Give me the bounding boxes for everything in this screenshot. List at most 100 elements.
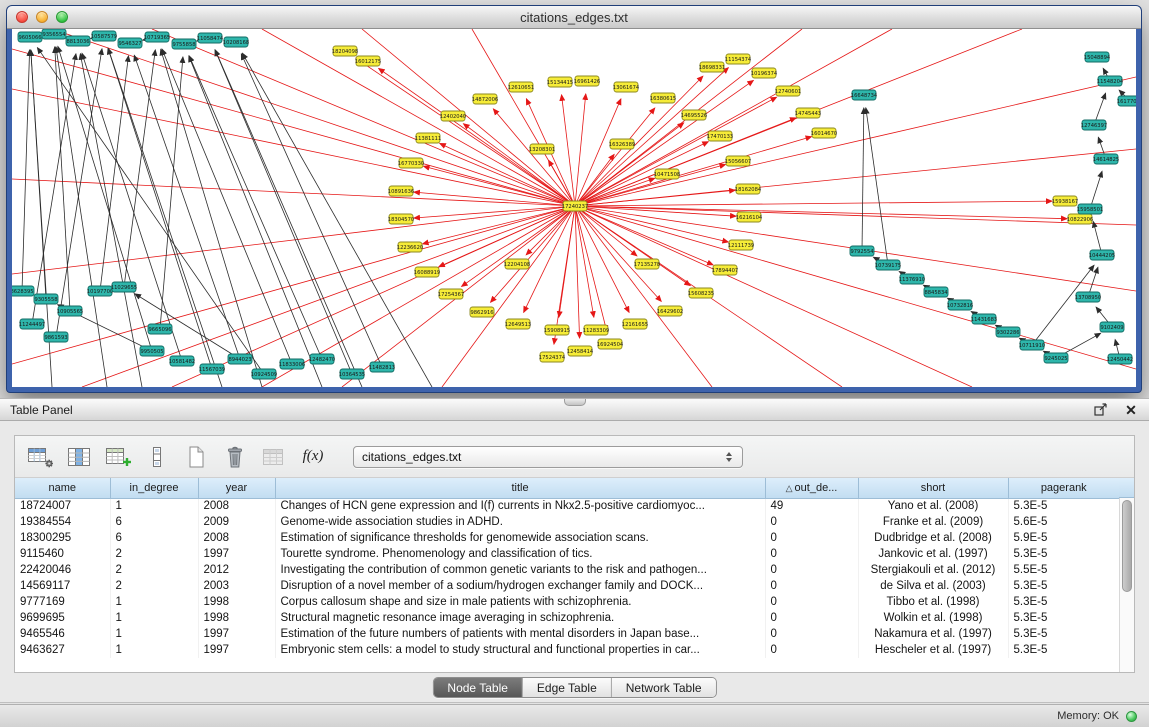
scrollbar-thumb[interactable] [1122, 500, 1132, 592]
citation-edge[interactable] [575, 206, 713, 265]
graph-node[interactable]: 9245025 [1044, 353, 1068, 363]
citation-edge[interactable] [463, 124, 575, 206]
graph-node[interactable]: 9102409 [1100, 322, 1124, 332]
citation-edge[interactable] [189, 56, 322, 359]
table-row[interactable]: 22420046 2 2012 Investigating the contri… [15, 562, 1119, 578]
citation-edge[interactable] [58, 46, 152, 351]
citation-edge[interactable] [862, 108, 864, 251]
graph-node[interactable]: 13208301 [529, 144, 555, 154]
network-window-titlebar[interactable]: citations_edges.txt [7, 6, 1141, 29]
graph-node[interactable]: 11154374 [725, 54, 752, 64]
table-row[interactable]: 9115460 2 1997 Tourette syndrome. Phenom… [15, 546, 1119, 562]
citation-edge[interactable] [439, 206, 575, 267]
column-header-title[interactable]: title [275, 478, 765, 498]
graph-node[interactable]: 10711910 [1019, 340, 1045, 350]
import-table-button[interactable] [259, 442, 289, 472]
citation-edge[interactable] [241, 54, 382, 367]
column-header-pagerank[interactable]: pagerank [1008, 478, 1119, 498]
close-panel-button[interactable]: ✕ [1123, 402, 1139, 418]
graph-node[interactable]: 10364535 [339, 369, 365, 379]
network-view[interactable]: 1724023715134415126106511487200612402040… [12, 29, 1136, 387]
graph-node[interactable]: 9605066 [18, 32, 42, 42]
table-selector-dropdown[interactable]: citations_edges.txt [353, 446, 743, 468]
graph-node[interactable]: 13708950 [1075, 292, 1101, 302]
graph-node[interactable]: 14695526 [681, 110, 707, 120]
citation-edge[interactable] [31, 50, 46, 299]
graph-node[interactable]: 11381111 [415, 133, 441, 143]
graph-node[interactable]: 9356554 [42, 29, 66, 39]
citation-edge[interactable] [575, 206, 972, 387]
table-options-button[interactable] [25, 442, 55, 472]
citation-edge[interactable] [575, 94, 586, 206]
graph-node[interactable]: 10739175 [875, 260, 901, 270]
citation-edge[interactable] [462, 206, 575, 286]
citation-edge[interactable] [575, 201, 1052, 206]
tab-network-table[interactable]: Network Table [611, 678, 716, 697]
graph-node[interactable]: 17254367 [438, 289, 464, 299]
graph-node[interactable]: 10471508 [654, 169, 680, 179]
graph-node[interactable]: 12236620 [397, 242, 423, 252]
graph-node[interactable]: 15938167 [1052, 196, 1078, 206]
graph-node[interactable]: 16216104 [736, 212, 763, 222]
citation-edge[interactable] [575, 206, 594, 317]
delete-table-button[interactable] [220, 442, 250, 472]
citation-edge[interactable] [134, 55, 240, 359]
graph-node[interactable]: 15908915 [544, 325, 570, 335]
graph-node[interactable]: 12649513 [505, 319, 531, 329]
citation-edge[interactable] [108, 48, 222, 387]
column-header-out-degree[interactable]: △out_de... [765, 478, 858, 498]
citation-edge[interactable] [356, 58, 575, 206]
citation-edge[interactable] [866, 108, 888, 265]
graph-node[interactable]: 14745443 [795, 108, 821, 118]
citation-edge[interactable] [22, 50, 30, 291]
graph-node[interactable]: 11283309 [583, 325, 609, 335]
citation-edge[interactable] [575, 142, 708, 206]
graph-node[interactable]: 8944023 [228, 354, 252, 364]
citation-edge[interactable] [1090, 171, 1102, 209]
citation-edge[interactable] [189, 56, 322, 387]
graph-node[interactable]: 12746397 [1081, 120, 1107, 130]
citation-edge[interactable] [575, 206, 580, 338]
graph-node[interactable]: 15134415 [547, 77, 573, 87]
graph-node[interactable]: 10822906 [1067, 214, 1093, 224]
citation-edge[interactable] [12, 49, 575, 206]
graph-node[interactable]: 11058474 [197, 33, 224, 43]
citation-edge[interactable] [12, 206, 575, 274]
citation-edge[interactable] [362, 29, 575, 206]
citation-edge[interactable] [215, 50, 362, 387]
table-row[interactable]: 9777169 1 1998 Corpus callosum shape and… [15, 594, 1119, 610]
graph-node[interactable]: 11029655 [111, 282, 137, 292]
graph-node[interactable]: 15608235 [688, 288, 714, 298]
show-columns-button[interactable] [64, 442, 94, 472]
graph-node[interactable]: 17524374 [539, 352, 566, 362]
citation-edge[interactable] [12, 179, 575, 206]
graph-node[interactable]: 9950505 [140, 346, 164, 356]
graph-node[interactable]: 16326389 [609, 139, 635, 149]
graph-node[interactable]: 13061674 [613, 82, 640, 92]
graph-node[interactable]: 16924504 [597, 339, 624, 349]
minimize-window-button[interactable] [36, 11, 48, 23]
citation-edge[interactable] [575, 206, 1067, 219]
merge-rows-button[interactable] [142, 442, 172, 472]
graph-node[interactable]: 10444205 [1089, 250, 1115, 260]
citation-edge[interactable] [575, 206, 1136, 225]
graph-node[interactable]: 12740601 [775, 86, 801, 96]
tab-node-table[interactable]: Node Table [433, 678, 522, 697]
citation-edge[interactable] [562, 95, 575, 206]
graph-node[interactable]: 15048894 [1084, 52, 1111, 62]
table-row[interactable]: 9463627 1 1997 Embryonic stem cells: a m… [15, 642, 1119, 658]
new-column-button[interactable] [103, 442, 133, 472]
citation-edge[interactable] [161, 49, 262, 387]
graph-node[interactable]: 12610651 [508, 82, 534, 92]
table-row[interactable]: 9465546 1 1997 Estimation of the future … [15, 626, 1119, 642]
citation-edge[interactable] [575, 206, 1136, 369]
graph-node[interactable]: 16961426 [574, 76, 600, 86]
new-table-button[interactable] [181, 442, 211, 472]
graph-node[interactable]: 8845834 [924, 287, 948, 297]
citation-edge[interactable] [575, 76, 703, 206]
tab-edge-table[interactable]: Edge Table [522, 678, 611, 697]
citation-edge[interactable] [124, 50, 155, 287]
graph-node[interactable]: 11244497 [19, 319, 45, 329]
table-row[interactable]: 9699695 1 1998 Structural magnetic reson… [15, 610, 1119, 626]
graph-node[interactable]: 10581482 [169, 356, 195, 366]
